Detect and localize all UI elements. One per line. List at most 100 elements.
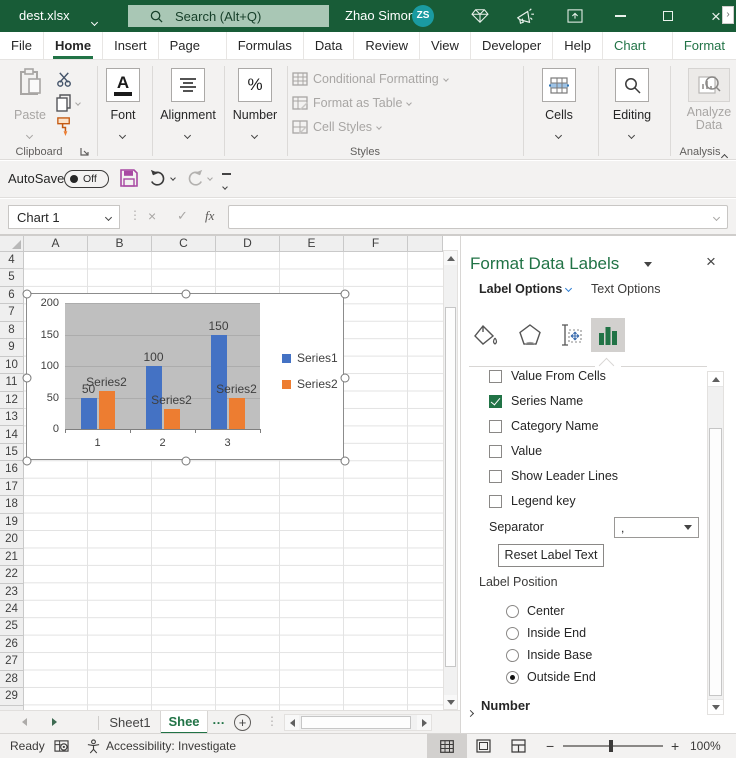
row-header-16[interactable]: 16 (0, 461, 23, 478)
label-options-tab[interactable] (591, 318, 625, 352)
sheet-tab-active[interactable]: Shee (160, 711, 208, 734)
sheet-tab-overflow-ellipsis[interactable]: … (212, 712, 225, 727)
row-header-7[interactable]: 7 (0, 304, 23, 321)
chart-selection-handle[interactable] (23, 457, 32, 466)
zoom-slider[interactable] (563, 734, 663, 758)
vertical-scroll-thumb[interactable] (445, 307, 456, 667)
row-header-14[interactable]: 14 (0, 427, 23, 444)
data-label-series1-cat3[interactable]: 150 (208, 319, 228, 333)
accessibility-icon[interactable] (86, 734, 101, 758)
format-as-table-button[interactable]: Format as Table (292, 96, 411, 110)
row-header-25[interactable]: 25 (0, 618, 23, 635)
number-section-chevron-icon[interactable] (468, 704, 473, 719)
name-box-dropdown-icon[interactable] (105, 213, 112, 220)
undo-button[interactable] (149, 169, 175, 186)
checkbox-box[interactable] (489, 395, 502, 408)
pane-close-icon[interactable]: × (706, 252, 716, 272)
premium-diamond-icon[interactable] (463, 0, 497, 32)
select-all-corner[interactable] (0, 236, 24, 252)
chart-selection-handle[interactable] (341, 290, 350, 299)
formula-input[interactable] (228, 205, 728, 229)
cell-styles-button[interactable]: Cell Styles (292, 120, 381, 134)
previous-sheet-arrow[interactable] (22, 718, 27, 726)
tab-insert[interactable]: Insert (102, 32, 158, 59)
checkbox-box[interactable] (489, 420, 502, 433)
row-header-8[interactable]: 8 (0, 322, 23, 339)
ribbon-display-options-icon[interactable] (558, 0, 592, 32)
conditional-formatting-button[interactable]: Conditional Formatting (292, 72, 448, 86)
document-title-chevron-icon[interactable] (91, 19, 98, 26)
row-header-10[interactable]: 10 (0, 357, 23, 374)
bar-series2-cat1[interactable] (99, 391, 115, 429)
cells-button[interactable] (542, 68, 576, 102)
tab-view[interactable]: View (419, 32, 470, 59)
new-sheet-button[interactable]: + (234, 714, 251, 731)
row-header-6[interactable]: 6 (0, 287, 23, 304)
zoom-in-button[interactable]: + (671, 734, 679, 758)
row-header-9[interactable]: 9 (0, 339, 23, 356)
effects-tab[interactable] (513, 318, 547, 352)
customize-qat-button[interactable] (222, 173, 231, 192)
tab-file[interactable]: File (0, 32, 43, 59)
autosave-toggle[interactable]: Off (64, 170, 109, 188)
number-button[interactable]: % (238, 68, 272, 102)
number-section-label[interactable]: Number (481, 698, 530, 713)
checkbox-category-name[interactable]: Category Name (489, 419, 599, 433)
row-header-18[interactable]: 18 (0, 496, 23, 513)
checkbox-value-from-cells[interactable]: Value From Cells (489, 369, 606, 383)
more-tabs-button[interactable]: › (722, 6, 734, 24)
cut-button[interactable] (56, 71, 73, 87)
tab-review[interactable]: Review (353, 32, 419, 59)
row-header-26[interactable]: 26 (0, 636, 23, 653)
bar-series2-cat2[interactable] (164, 409, 180, 429)
data-label-series1-cat2[interactable]: 100 (143, 350, 163, 364)
editing-button[interactable] (615, 68, 649, 102)
pane-tab-text-options[interactable]: Text Options (591, 282, 660, 296)
checkbox-legend-key[interactable]: Legend key (489, 494, 576, 508)
zoom-slider-thumb[interactable] (609, 740, 613, 752)
font-button[interactable]: A (106, 68, 140, 102)
chart-selection-handle[interactable] (341, 457, 350, 466)
chart-object[interactable]: 05010015020012350100150Series1Series2Ser… (26, 293, 344, 460)
row-header-20[interactable]: 20 (0, 531, 23, 548)
row-header-4[interactable]: 4 (0, 252, 23, 269)
pane-scroll-up-arrow[interactable] (708, 372, 723, 387)
scroll-right-arrow[interactable] (417, 715, 431, 730)
view-normal-button[interactable] (427, 734, 467, 758)
horizontal-scrollbar[interactable] (284, 714, 432, 731)
redo-button[interactable] (186, 169, 212, 186)
tab-data[interactable]: Data (303, 32, 353, 59)
chart-selection-handle[interactable] (23, 290, 32, 299)
chart-selection-handle[interactable] (341, 373, 350, 382)
accessibility-status[interactable]: Accessibility: Investigate (106, 734, 236, 758)
legend-item-series1[interactable]: Series1 (282, 351, 338, 365)
avatar[interactable]: ZS (412, 5, 434, 27)
name-box[interactable]: Chart 1 (8, 205, 120, 229)
row-header-17[interactable]: 17 (0, 479, 23, 496)
pane-tab-label-options[interactable]: Label Options (479, 282, 571, 296)
row-header-21[interactable]: 21 (0, 549, 23, 566)
checkbox-series-name[interactable]: Series Name (489, 394, 583, 408)
radio-inside-end[interactable]: Inside End (506, 626, 586, 640)
fill-and-line-tab[interactable] (469, 318, 503, 352)
row-header-12[interactable]: 12 (0, 392, 23, 409)
next-sheet-arrow[interactable] (52, 718, 57, 726)
copy-button[interactable] (56, 94, 80, 112)
expand-formula-bar-icon[interactable] (713, 213, 720, 220)
checkbox-box[interactable] (489, 370, 502, 383)
enter-formula-icon[interactable]: ✓ (177, 208, 188, 224)
column-header-b[interactable]: B (88, 236, 152, 252)
data-label-series2-cat3[interactable]: Series2 (216, 382, 257, 396)
pane-dropdown-icon[interactable] (644, 262, 652, 267)
checkbox-box[interactable] (489, 470, 502, 483)
tab-page-layout[interactable]: Page Layout (158, 32, 226, 59)
bar-series1-cat1[interactable] (81, 398, 97, 430)
row-header-11[interactable]: 11 (0, 374, 23, 391)
row-header-5[interactable]: 5 (0, 269, 23, 286)
vertical-scrollbar[interactable] (443, 250, 458, 710)
data-label-series2-cat2[interactable]: Series2 (151, 393, 192, 407)
minimize-button[interactable] (603, 0, 637, 32)
tab-home[interactable]: Home (43, 32, 102, 59)
column-header-f[interactable]: F (344, 236, 408, 252)
separator-dropdown[interactable]: , (614, 517, 699, 538)
